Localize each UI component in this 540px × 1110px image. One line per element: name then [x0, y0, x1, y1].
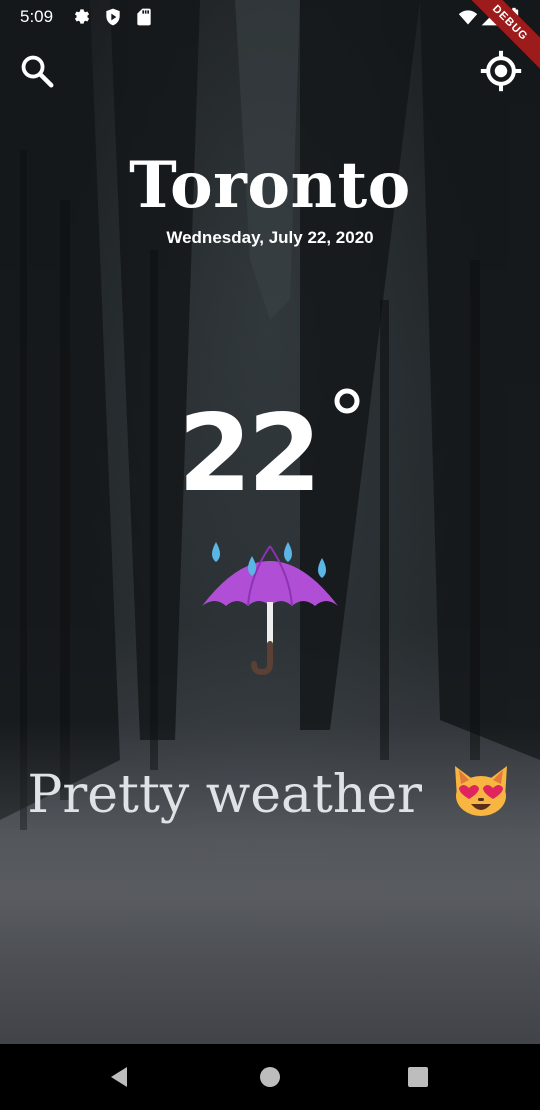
temperature-value: 22: [178, 392, 322, 515]
home-icon[interactable]: [257, 1064, 283, 1090]
status-bar: 5:09 DEBUG: [0, 0, 540, 74]
status-time: 5:09: [20, 7, 54, 26]
navigation-bar: [0, 1044, 540, 1110]
sd-card-icon: [137, 8, 151, 26]
my-location-icon: [480, 50, 522, 92]
cat-heart-eyes-icon: [454, 766, 507, 816]
degree-symbol-icon: [334, 388, 360, 414]
search-icon: [21, 55, 54, 88]
weather-message: Pretty weather: [0, 758, 540, 825]
umbrella-rain-icon: [202, 542, 338, 676]
city-name: Toronto: [129, 148, 411, 223]
wifi-icon: [458, 10, 478, 25]
date-label: Wednesday, July 22, 2020: [166, 228, 374, 247]
weather-message-text: Pretty weather: [27, 765, 423, 825]
back-icon[interactable]: [107, 1064, 133, 1090]
my-location-button[interactable]: [479, 49, 523, 93]
recents-icon[interactable]: [405, 1064, 431, 1090]
search-button[interactable]: [15, 49, 59, 93]
shield-icon: [106, 8, 120, 26]
settings-icon: [74, 9, 90, 24]
